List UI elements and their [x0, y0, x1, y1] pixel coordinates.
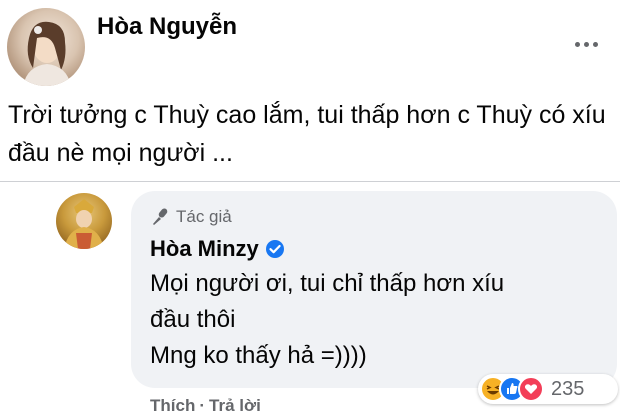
- dot-icon: [583, 41, 589, 47]
- like-link[interactable]: Thích: [150, 396, 195, 415]
- commenter-avatar-photo: [64, 199, 104, 249]
- microphone-icon: [153, 208, 168, 225]
- comment-text: Mọi người ơi, tui chỉ thấp hơn xíu đầu t…: [150, 270, 505, 369]
- commenter-row: Hòa Minzy: [150, 234, 285, 264]
- reaction-count: 235: [551, 377, 585, 400]
- reply-link[interactable]: Trả lời: [209, 396, 261, 415]
- comment-actions: Thích · Trả lời: [150, 395, 261, 415]
- more-options-button[interactable]: [566, 30, 606, 58]
- verified-badge-icon: [265, 240, 284, 258]
- love-icon: [518, 376, 544, 402]
- post-text: Trời tưởng c Thuỳ cao lắm, tui thấp hơn …: [8, 101, 606, 167]
- author-badge-label: Tác giả: [176, 207, 232, 226]
- commenter-name[interactable]: Hòa Minzy: [150, 236, 259, 262]
- author-badge: Tác giả: [150, 206, 232, 228]
- commenter-avatar[interactable]: [56, 193, 112, 249]
- dot-icon: [574, 41, 580, 47]
- dot-icon: [592, 41, 598, 47]
- author-avatar[interactable]: [7, 8, 85, 86]
- action-separator: ·: [199, 396, 206, 415]
- divider: [0, 181, 620, 182]
- avatar-photo: [23, 21, 71, 86]
- post-header: Hòa Nguyễn: [0, 0, 620, 90]
- post-author-name[interactable]: Hòa Nguyễn: [97, 13, 237, 41]
- reaction-summary[interactable]: 235: [478, 374, 618, 404]
